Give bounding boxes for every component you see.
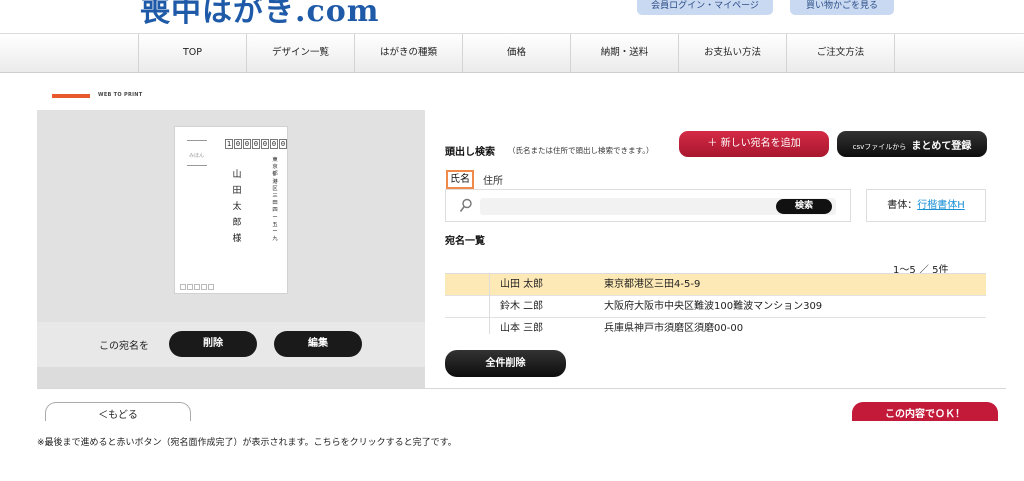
postcard-preview: みほん 1 0 0 0 0 0 0 東京都港区三田四ー五ー九 山田太郎様 bbox=[174, 126, 288, 294]
font-label: 書体： bbox=[887, 200, 918, 211]
cart-button[interactable]: 買い物かごを見る bbox=[790, 0, 894, 15]
nav-item-price[interactable]: 価格 bbox=[463, 34, 571, 72]
zip-digit: 0 bbox=[279, 139, 287, 149]
completion-note: ※最後まで進めると赤いボタン（宛名面作成完了）が表示されます。こちらをクリックす… bbox=[37, 438, 457, 448]
search-button[interactable]: 検索 bbox=[776, 199, 832, 214]
font-selector: 書体：行楷書体H bbox=[866, 189, 986, 222]
csv-import-label: まとめて登録 bbox=[911, 141, 972, 152]
search-box: 検索 bbox=[445, 189, 851, 222]
nav-item-order-method[interactable]: ご注文方法 bbox=[787, 34, 895, 72]
zip-digit: 0 bbox=[252, 139, 260, 149]
table-row[interactable]: 山田 太郎 東京都港区三田4-5-9 bbox=[445, 274, 986, 296]
site-logo[interactable]: 喪中はがき.com bbox=[140, 0, 379, 30]
tab-name[interactable]: 氏名 bbox=[446, 170, 474, 189]
confirm-button[interactable]: この内容でＯＫ！ bbox=[852, 402, 998, 421]
csv-import-button[interactable]: csvファイルから まとめて登録 bbox=[837, 131, 987, 157]
nav-item-delivery[interactable]: 納期・送料 bbox=[571, 34, 679, 72]
sender-zip-boxes bbox=[180, 284, 214, 290]
row-marker-cell bbox=[445, 318, 490, 334]
row-address: 大阪府大阪市中央区難波100難波マンション309 bbox=[604, 301, 823, 312]
sample-mark: みほん bbox=[189, 153, 205, 159]
row-name: 山本 三郎 bbox=[500, 323, 544, 334]
zip-digit: 0 bbox=[270, 139, 278, 149]
brand-tagline: WEB TO PRINT bbox=[98, 92, 143, 98]
search-note: （氏名または住所で頭出し検索できます。） bbox=[508, 146, 654, 155]
csv-import-small-label: csvファイルから bbox=[852, 143, 907, 151]
zip-digit: 0 bbox=[234, 139, 242, 149]
brand-mark bbox=[52, 94, 90, 98]
search-title: 頭出し検索 bbox=[445, 147, 495, 158]
zip-digit: 0 bbox=[261, 139, 269, 149]
action-label: この宛名を bbox=[99, 341, 149, 352]
nav-item-designs[interactable]: デザイン一覧 bbox=[247, 34, 355, 72]
recipient-name-vertical: 山田太郎様 bbox=[232, 170, 242, 244]
login-button[interactable]: 会員ログイン・マイページ bbox=[637, 0, 773, 15]
global-nav: TOP デザイン一覧 はがきの種類 価格 納期・送料 お支払い方法 ご注文方法 bbox=[0, 33, 1024, 73]
preview-footer-strip bbox=[37, 367, 425, 389]
row-address: 兵庫県神戸市須磨区須磨00-00 bbox=[604, 323, 744, 334]
recipient-address-vertical: 東京都港区三田四ー五ー九 bbox=[272, 157, 278, 243]
search-icon bbox=[459, 198, 472, 212]
nav-item-top[interactable]: TOP bbox=[139, 34, 247, 72]
table-row[interactable]: 山本 三郎 兵庫県神戸市須磨区須磨00-00 bbox=[445, 318, 986, 334]
row-address: 東京都港区三田4-5-9 bbox=[604, 279, 701, 290]
zip-digit: 0 bbox=[243, 139, 251, 149]
stamp-line bbox=[187, 140, 207, 141]
nav-item-card-types[interactable]: はがきの種類 bbox=[355, 34, 463, 72]
row-marker-cell bbox=[445, 296, 490, 318]
footer-area bbox=[0, 421, 1024, 481]
edit-address-button[interactable]: 編集 bbox=[274, 331, 362, 357]
zip-code-boxes: 1 0 0 0 0 0 0 bbox=[225, 139, 287, 149]
nav-item-payment[interactable]: お支払い方法 bbox=[679, 34, 787, 72]
font-link[interactable]: 行楷書体H bbox=[917, 200, 965, 211]
section-divider bbox=[37, 388, 1006, 389]
delete-address-button[interactable]: 削除 bbox=[169, 331, 257, 357]
address-action-bar: この宛名を 削除 編集 bbox=[37, 322, 425, 367]
zip-digit: 1 bbox=[225, 139, 233, 149]
table-row[interactable]: 鈴木 二郎 大阪府大阪市中央区難波100難波マンション309 bbox=[445, 296, 986, 318]
row-name: 山田 太郎 bbox=[500, 279, 544, 290]
address-table: 山田 太郎 東京都港区三田4-5-9 鈴木 二郎 大阪府大阪市中央区難波100難… bbox=[445, 273, 986, 334]
add-address-button[interactable]: ＋ 新しい宛名を追加 bbox=[679, 131, 829, 157]
page: 喪中はがき.com 会員ログイン・マイページ 買い物かごを見る TOP デザイン… bbox=[0, 0, 1024, 481]
row-marker-cell bbox=[445, 274, 490, 296]
tab-address[interactable]: 住所 bbox=[483, 172, 503, 187]
stamp-line bbox=[187, 165, 207, 166]
row-name: 鈴木 二郎 bbox=[500, 301, 544, 312]
delete-all-button[interactable]: 全件削除 bbox=[445, 350, 566, 377]
address-list-title: 宛名一覧 bbox=[445, 236, 485, 247]
